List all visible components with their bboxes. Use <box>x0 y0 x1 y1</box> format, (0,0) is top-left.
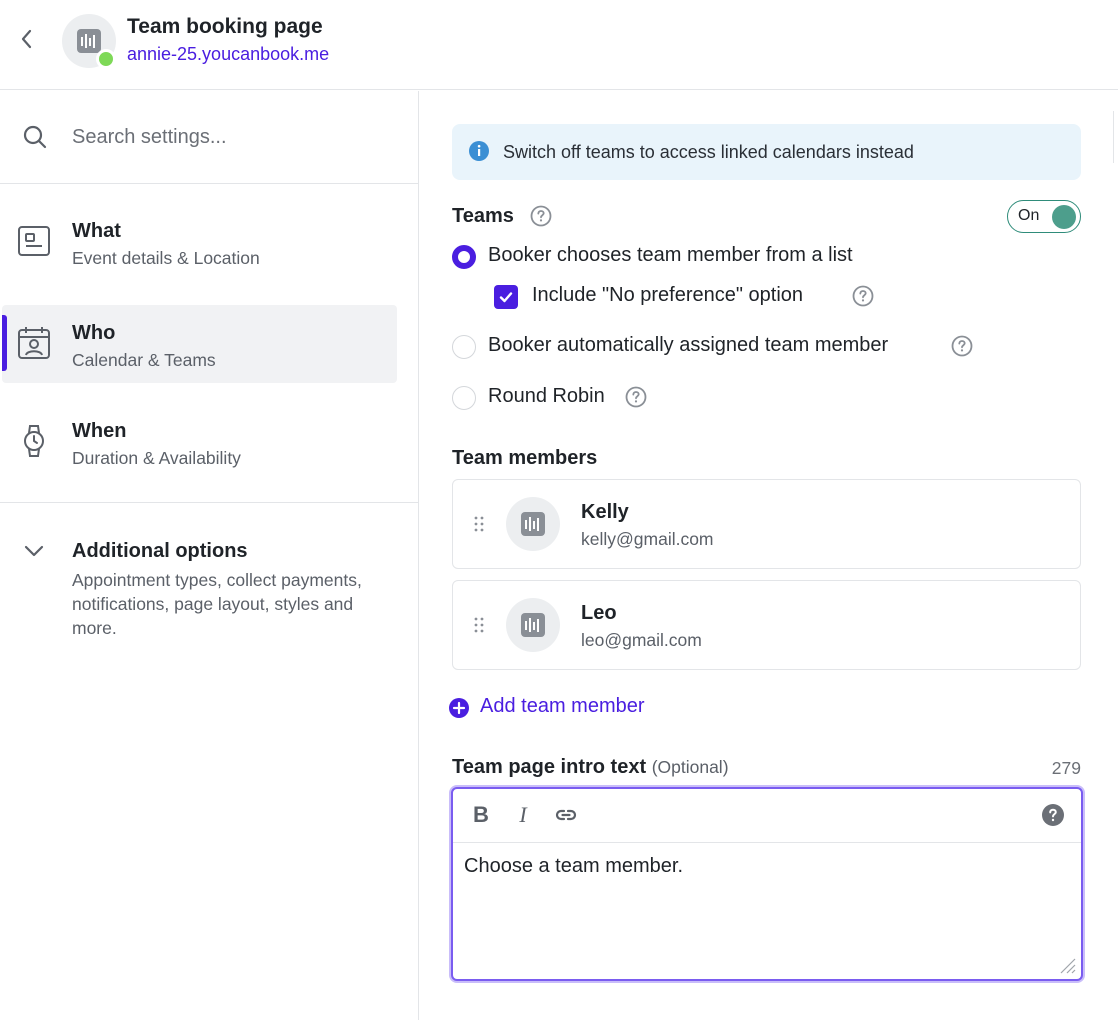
bars-logo-icon <box>77 29 101 53</box>
toggle-knob <box>1052 204 1076 229</box>
help-icon[interactable] <box>530 205 552 227</box>
sidebar-item-label: Additional options <box>72 540 248 562</box>
drag-handle-icon[interactable] <box>473 616 485 634</box>
sidebar-item-what[interactable]: What Event details & Location <box>2 203 397 281</box>
search-icon <box>23 125 47 149</box>
radio-button[interactable] <box>452 386 476 410</box>
settings-sidebar: What Event details & Location Who Calend… <box>0 91 419 1020</box>
editor-help-button[interactable] <box>1039 801 1067 829</box>
help-icon[interactable] <box>951 335 973 357</box>
help-icon[interactable] <box>625 386 647 408</box>
add-team-member-label: Add team member <box>480 695 645 717</box>
avatar <box>506 497 560 551</box>
help-icon[interactable] <box>852 285 874 307</box>
radio-button-selected[interactable] <box>452 245 476 269</box>
team-member-card[interactable]: Kelly kelly@gmail.com <box>452 479 1081 569</box>
search-row <box>0 91 419 184</box>
sidebar-item-who[interactable]: Who Calendar & Teams <box>2 305 397 383</box>
active-indicator <box>2 315 7 371</box>
optional-hint: (Optional) <box>651 757 729 777</box>
no-preference-checkbox[interactable] <box>494 285 518 309</box>
intro-text-editor: B I Choose a team member. <box>451 787 1083 981</box>
booking-url-link[interactable]: annie-25.youcanbook.me <box>127 44 329 65</box>
character-count: 279 <box>1051 758 1081 778</box>
info-banner-text: Switch off teams to access linked calend… <box>503 142 914 162</box>
bars-logo-icon <box>521 512 545 536</box>
help-filled-icon <box>1042 804 1064 826</box>
link-button[interactable] <box>552 801 580 829</box>
intro-text-input[interactable]: Choose a team member. <box>464 855 1064 965</box>
sidebar-divider <box>0 502 419 503</box>
italic-button[interactable]: I <box>509 801 537 829</box>
drag-handle-icon[interactable] <box>473 515 485 533</box>
sidebar-item-additional-options[interactable]: Additional options Appointment types, co… <box>0 531 419 651</box>
intro-text-label: Team page intro text (Optional) <box>452 756 729 779</box>
toggle-label: On <box>1018 207 1040 224</box>
online-status-dot <box>96 49 116 69</box>
editor-toolbar: B I <box>453 789 1081 843</box>
avatar <box>506 598 560 652</box>
plus-circle-icon <box>449 698 469 718</box>
sidebar-item-label: What <box>72 220 121 242</box>
sidebar-item-label: When <box>72 420 127 442</box>
member-email: kelly@gmail.com <box>581 529 714 549</box>
sidebar-item-sub: Appointment types, collect payments, not… <box>72 570 362 638</box>
sidebar-item-sub: Calendar & Teams <box>72 350 216 370</box>
sidebar-item-sub: Duration & Availability <box>72 448 241 468</box>
chevron-down-icon <box>24 545 44 557</box>
bold-button[interactable]: B <box>467 801 495 829</box>
chevron-left-icon <box>21 29 32 49</box>
info-banner: Switch off teams to access linked calend… <box>452 124 1081 180</box>
radio-button[interactable] <box>452 335 476 359</box>
member-email: leo@gmail.com <box>581 630 702 650</box>
document-icon <box>18 226 50 256</box>
team-members-heading: Team members <box>452 447 598 469</box>
sidebar-item-when[interactable]: When Duration & Availability <box>2 403 397 481</box>
main-content: Switch off teams to access linked calend… <box>420 91 1110 1020</box>
teams-toggle[interactable]: On <box>1007 200 1081 233</box>
member-name: Kelly <box>581 501 629 523</box>
header: Team booking page annie-25.youcanbook.me <box>0 0 1118 90</box>
resize-handle-icon[interactable] <box>1057 955 1077 975</box>
back-button[interactable] <box>12 24 42 54</box>
member-name: Leo <box>581 602 617 624</box>
checkbox-label: Include "No preference" option <box>532 284 804 306</box>
watch-icon <box>24 425 44 457</box>
panel-edge <box>1113 111 1114 163</box>
sidebar-item-label: Who <box>72 322 116 344</box>
intro-label-text: Team page intro text <box>452 756 647 778</box>
radio-label: Round Robin <box>488 385 605 407</box>
bars-logo-icon <box>521 613 545 637</box>
link-icon <box>555 809 577 821</box>
sidebar-item-sub: Event details & Location <box>72 248 260 268</box>
checkmark-icon <box>499 292 513 303</box>
team-member-card[interactable]: Leo leo@gmail.com <box>452 580 1081 670</box>
radio-label: Booker chooses team member from a list <box>488 244 853 266</box>
page-title: Team booking page <box>127 15 323 38</box>
info-icon <box>469 141 489 161</box>
search-settings-input[interactable] <box>72 121 392 153</box>
teams-heading: Teams <box>452 205 514 227</box>
radio-label: Booker automatically assigned team membe… <box>488 334 889 356</box>
calendar-person-icon <box>18 327 50 359</box>
